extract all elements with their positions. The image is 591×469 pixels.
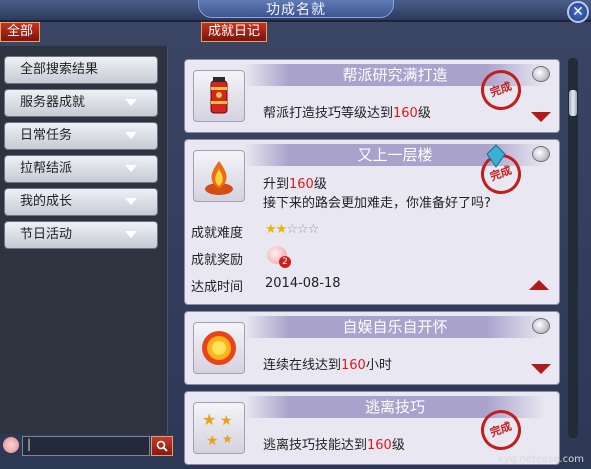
peach-icon [3,437,19,453]
expand-arrow-icon[interactable] [531,364,551,374]
pearl-icon [532,318,550,334]
window-title: 功成名就 [198,0,394,18]
chevron-down-icon [125,198,137,205]
achievement-card-expanded[interactable]: 又上一层楼 升到160级 接下来的路会更加难走，你准备好了吗? 完成 成就难度 … [184,139,560,305]
search-button[interactable] [151,436,173,456]
star-filled-icon: ★ [275,222,288,237]
sidebar-item-label: 全部搜索结果 [20,62,99,77]
svg-text:★: ★ [206,433,219,449]
star-filled-icon: ★ [265,222,277,237]
tab-achievement-diary[interactable]: 成就日记 [201,22,268,42]
pearl-icon [532,66,550,82]
sidebar-item-all-search-results[interactable]: 全部搜索结果 [4,56,158,84]
sun-icon [193,322,245,374]
star-empty-icon: ☆ [296,222,309,237]
flame-icon [193,150,245,202]
achievement-title: 自娱自乐自开怀 [245,316,545,338]
close-icon: ✕ [572,4,584,20]
sidebar-item-my-growth[interactable]: 我的成长 [4,188,158,216]
search-icon [156,440,168,452]
svg-text:★: ★ [220,413,233,429]
search-input[interactable]: | [22,436,150,456]
watermark-logo: xyq.netease.com [474,384,590,468]
watermark-url: xyq.netease.com [498,454,584,465]
scrollbar-thumb[interactable] [569,90,577,116]
sidebar-item-label: 我的成长 [20,194,73,209]
sidebar-item-label: 节日活动 [20,227,73,242]
time-label: 达成时间 [191,280,244,295]
difficulty-stars: ★★☆☆☆ [265,222,320,237]
reward-label: 成就奖励 [191,253,244,268]
sidebar-item-label: 服务器成就 [20,95,86,110]
achievement-description: 连续在线达到160小时 [263,358,392,373]
close-button[interactable]: ✕ [567,1,589,23]
star-empty-icon: ☆ [286,222,298,237]
tab-all[interactable]: 全部 [0,22,41,42]
sidebar-item-daily-tasks[interactable]: 日常任务 [4,122,158,150]
firecracker-icon [193,70,245,122]
reward-count-badge: 2 [279,256,291,268]
collapse-arrow-icon[interactable] [529,280,549,290]
expand-arrow-icon[interactable] [531,112,551,122]
svg-text:★: ★ [202,410,216,429]
svg-text:★: ★ [222,432,233,446]
sidebar-item-festival-events[interactable]: 节日活动 [4,221,158,249]
sidebar-item-gangs[interactable]: 拉帮结派 [4,155,158,183]
sidebar-item-label: 日常任务 [20,128,73,143]
chevron-down-icon [125,231,137,238]
achievement-card[interactable]: 自娱自乐自开怀 连续在线达到160小时 [184,311,560,385]
achievement-description: 帮派打造技巧等级达到160级 [263,106,431,121]
achievement-card[interactable]: 帮派研究满打造 帮派打造技巧等级达到160级 完成 [184,59,560,133]
sidebar-item-server-achievements[interactable]: 服务器成就 [4,89,158,117]
sidebar-item-label: 拉帮结派 [20,161,73,176]
achievement-level: 升到160级 [263,177,327,192]
achievement-description: 接下来的路会更加难走，你准备好了吗? [263,196,491,211]
chevron-down-icon [125,132,137,139]
stars-icon: ★ ★ ★ ★ [193,402,245,454]
chevron-down-icon [125,165,137,172]
chevron-down-icon [125,99,137,106]
time-value: 2014-08-18 [265,276,341,291]
crystal-icon [486,144,506,168]
achievement-description: 逃离技巧技能达到160级 [263,438,405,453]
difficulty-label: 成就难度 [191,226,244,241]
pearl-icon [532,146,550,162]
star-empty-icon: ☆ [307,222,320,237]
